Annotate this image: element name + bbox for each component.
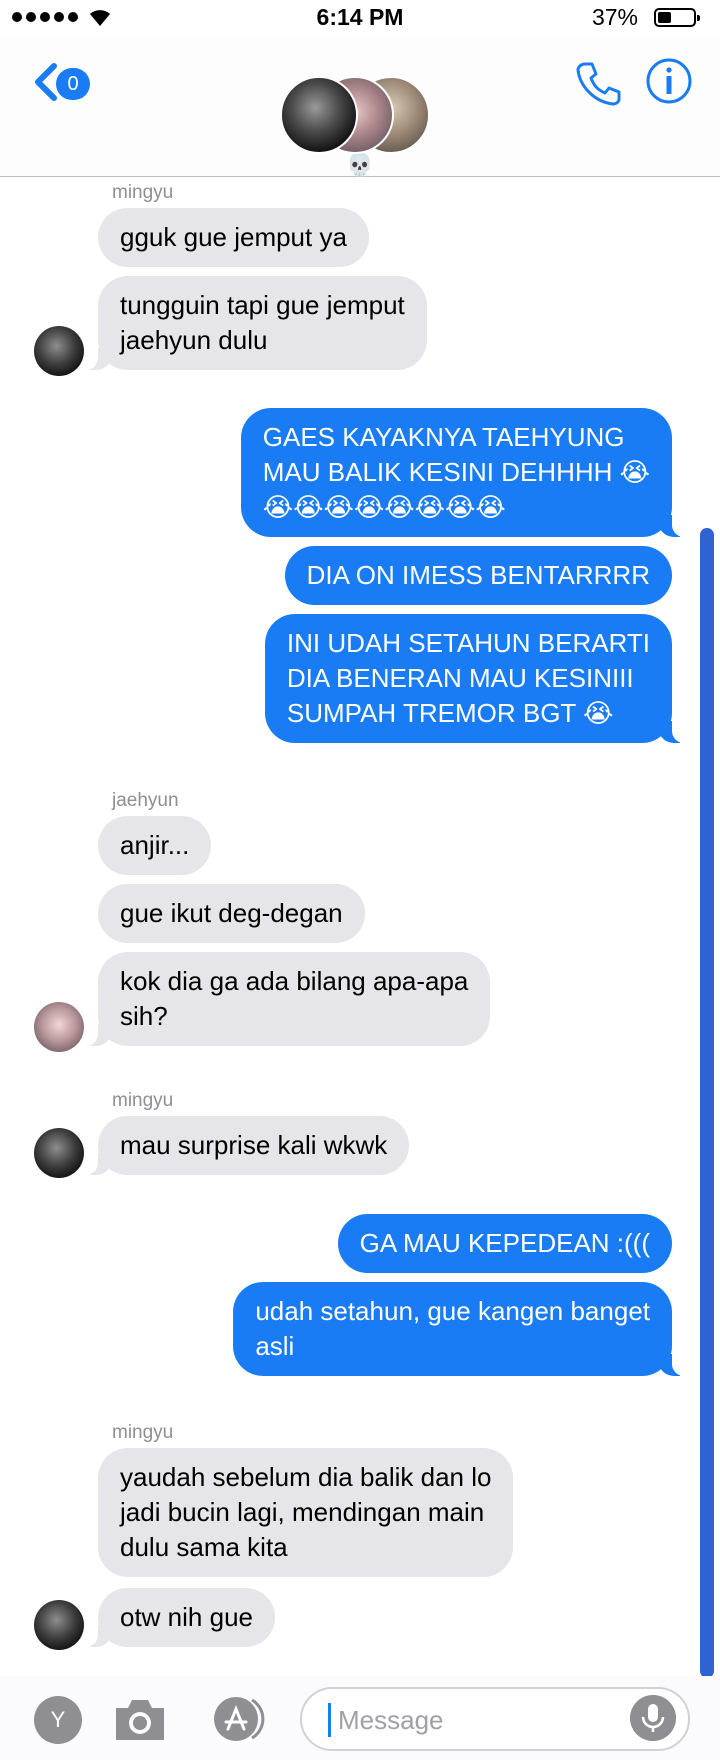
conversation-header: 0 💀 [0,36,720,177]
message-text: jadi bucin lagi, mendingan main [120,1497,485,1527]
message-text: otw nih gue [120,1602,253,1632]
message-text: jaehyun dulu [120,325,268,355]
message-text: INI UDAH SETAHUN BERARTI [286,628,650,658]
message-text: sih? [120,1001,168,1031]
message-bubble[interactable]: tungguin tapi gue jemput jaehyun dulu [84,276,427,370]
compose-bar: Y [0,1676,720,1760]
app-drawer-button[interactable]: Y [34,1696,82,1744]
message-text: kok dia ga ada bilang apa-apa [120,966,469,996]
message-text: GA MAU KEPEDEAN :((( [359,1228,650,1258]
group-avatars[interactable] [280,76,440,156]
scrollbar[interactable] [700,528,714,1678]
sender-name: jaehyun [112,790,179,811]
message-text: tungguin tapi gue jemput [120,290,405,320]
message-bubble[interactable]: gguk gue jemput ya [98,208,369,267]
microphone-icon[interactable] [630,1695,676,1741]
group-name[interactable]: 💀 [0,152,720,178]
message-bubble[interactable]: otw nih gue [84,1588,275,1647]
message-text: udah setahun, gue kangen banget [255,1296,650,1326]
avatar [280,76,358,154]
text-caret [328,1703,331,1737]
message-bubble[interactable]: anjir... [98,816,212,875]
back-button[interactable]: 0 [28,60,94,104]
message-bubble[interactable]: GAES KAYAKNYA TAEHYUNG MAU BALIK KESINI … [240,408,687,537]
message-bubble[interactable]: udah setahun, gue kangen banget asli [233,1282,686,1376]
message-text: GAES KAYAKNYA TAEHYUNG [262,422,625,452]
message-text: dulu sama kita [120,1532,288,1562]
message-text: yaudah sebelum dia balik dan lo [120,1462,492,1492]
message-input-field[interactable] [300,1687,690,1751]
camera-icon[interactable] [112,1694,168,1744]
app-store-icon[interactable] [204,1694,270,1744]
unread-count-badge: 0 [56,68,90,100]
message-text: gguk gue jemput ya [120,222,347,252]
message-text: gue ikut deg-degan [120,898,343,928]
avatar[interactable] [34,1002,84,1052]
message-bubble[interactable]: gue ikut deg-degan [98,884,365,943]
info-icon[interactable] [644,56,694,106]
message-bubble[interactable]: INI UDAH SETAHUN BERARTI DIA BENERAN MAU… [264,614,687,743]
battery-percentage: 37% [591,4,638,30]
message-input[interactable] [336,1695,630,1745]
message-text: mau surprise kali wkwk [120,1130,388,1160]
message-bubble[interactable]: mau surprise kali wkwk [83,1116,410,1175]
message-text: SUMPAH TREMOR BGT 😭 [286,698,614,728]
status-bar: 6:14 PM 37% [0,0,720,36]
message-bubble[interactable]: yaudah sebelum dia balik dan lo jadi buc… [98,1448,514,1577]
message-text: DIA BENERAN MAU KESINIII [286,663,634,693]
message-bubble[interactable]: DIA ON IMESS BENTARRRR [284,546,672,605]
sender-name: mingyu [112,1090,174,1111]
message-text: anjir... [120,830,190,860]
message-text: asli [255,1331,295,1361]
phone-icon[interactable] [574,58,624,108]
battery-icon [654,8,700,27]
message-text: MAU BALIK KESINI DEHHHH 😭 [262,457,650,487]
message-bubble[interactable]: kok dia ga ada bilang apa-apa sih? [83,952,491,1046]
message-text: DIA ON IMESS BENTARRRR [306,560,650,590]
avatar[interactable] [34,1600,84,1650]
message-bubble[interactable]: GA MAU KEPEDEAN :((( [337,1214,672,1273]
message-text: 😭😭😭😭😭😭😭😭 [262,492,506,522]
sender-name: mingyu [112,1422,174,1443]
avatar[interactable] [34,326,84,376]
avatar[interactable] [34,1128,84,1178]
sender-name: mingyu [112,182,174,203]
